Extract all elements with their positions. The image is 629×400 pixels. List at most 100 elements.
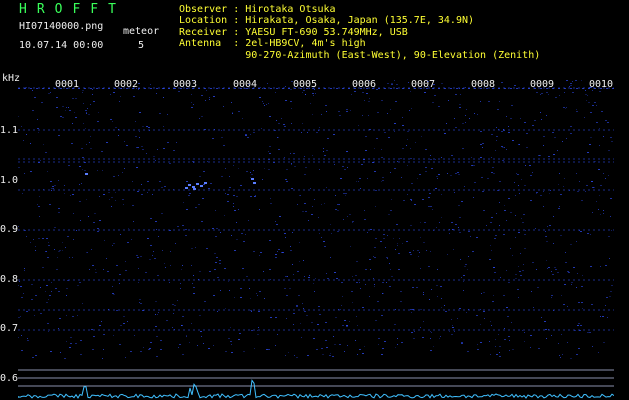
noise-dot — [128, 228, 129, 229]
noise-dot — [388, 214, 390, 215]
noise-dot — [224, 268, 226, 269]
noise-dot — [84, 170, 86, 171]
noise-dot — [57, 86, 58, 87]
noise-dot — [548, 267, 550, 268]
noise-dot — [529, 165, 531, 166]
noise-dot — [290, 246, 291, 247]
noise-dot — [119, 283, 120, 284]
noise-dot — [302, 211, 304, 212]
noise-dot — [493, 267, 495, 268]
noise-dot — [440, 286, 442, 287]
top-dot — [576, 88, 578, 89]
noise-dot — [112, 293, 114, 294]
noise-dot — [225, 308, 226, 309]
noise-dot — [203, 171, 205, 172]
noise-dot — [46, 251, 47, 252]
meteor-echo — [196, 183, 199, 185]
noise-dot — [480, 342, 482, 343]
top-dot — [492, 88, 494, 89]
noise-dot — [330, 257, 331, 258]
noise-dot — [24, 268, 25, 269]
noise-dot — [365, 284, 366, 285]
noise-dot — [275, 221, 276, 222]
noise-dot — [266, 104, 267, 105]
noise-dot — [245, 234, 246, 235]
top-dot — [474, 88, 476, 89]
noise-dot — [60, 116, 62, 117]
noise-dot — [19, 281, 20, 282]
noise-dot — [352, 222, 353, 223]
noise-dot — [349, 214, 351, 215]
noise-dot — [560, 194, 562, 195]
noise-dot — [557, 272, 559, 273]
info-label: Observer — [179, 4, 234, 15]
noise-dot — [45, 251, 46, 252]
noise-dot — [125, 261, 126, 262]
noise-dot — [236, 196, 238, 197]
noise-dot — [461, 343, 463, 344]
noise-dot — [483, 311, 485, 312]
top-dot — [264, 88, 266, 89]
noise-dot — [161, 187, 163, 188]
noise-dot — [106, 258, 107, 259]
noise-dot — [590, 234, 591, 235]
top-dot — [600, 88, 602, 89]
top-dot — [450, 88, 452, 89]
noise-dot — [459, 308, 461, 309]
noise-dot — [380, 241, 382, 242]
noise-dot — [74, 112, 75, 113]
noise-dot — [358, 181, 359, 182]
noise-dot — [107, 271, 109, 272]
noise-dot — [326, 111, 327, 112]
noise-dot — [37, 128, 39, 129]
noise-dot — [381, 181, 382, 182]
y-tick-label: 1.1 — [0, 125, 19, 136]
top-dot — [510, 88, 512, 89]
noise-dot — [323, 148, 324, 149]
noise-dot — [234, 297, 235, 298]
noise-dot — [561, 334, 562, 335]
noise-dot — [553, 243, 554, 244]
noise-dot — [32, 110, 34, 111]
noise-dot — [441, 217, 442, 218]
noise-dot — [419, 174, 421, 175]
noise-dot — [191, 248, 193, 249]
noise-dot — [592, 346, 593, 347]
noise-dot — [155, 160, 156, 161]
noise-dot — [38, 206, 40, 207]
noise-dot — [284, 233, 286, 234]
info-row-location: Location : Hirakata, Osaka, Japan (135.7… — [179, 15, 475, 27]
noise-dot — [324, 246, 326, 247]
noise-dot — [255, 195, 256, 196]
noise-dot — [403, 200, 405, 201]
noise-dot — [465, 115, 466, 116]
noise-dot — [565, 252, 566, 253]
noise-dot — [540, 195, 542, 196]
noise-dot — [268, 151, 269, 152]
noise-dot — [18, 285, 19, 286]
noise-dot — [395, 309, 396, 310]
noise-dot — [502, 160, 504, 161]
noise-dot — [361, 164, 363, 165]
noise-dot — [602, 316, 604, 317]
noise-dot — [415, 142, 416, 143]
noise-dot — [524, 341, 525, 342]
noise-dot — [563, 107, 565, 108]
noise-dot — [530, 335, 532, 336]
noise-dot — [375, 190, 377, 191]
noise-dot — [518, 297, 519, 298]
noise-dot — [491, 325, 492, 326]
noise-dot — [250, 298, 251, 299]
noise-dot — [346, 109, 348, 110]
noise-dot — [437, 178, 438, 179]
noise-dot — [390, 210, 392, 211]
noise-dot — [18, 167, 20, 168]
noise-dot — [504, 210, 506, 211]
noise-dot — [66, 315, 67, 316]
noise-dot — [89, 269, 90, 270]
noise-dot — [397, 245, 398, 246]
noise-dot — [480, 131, 482, 132]
noise-dot — [70, 195, 71, 196]
noise-dot — [101, 321, 102, 322]
noise-dot — [291, 108, 292, 109]
